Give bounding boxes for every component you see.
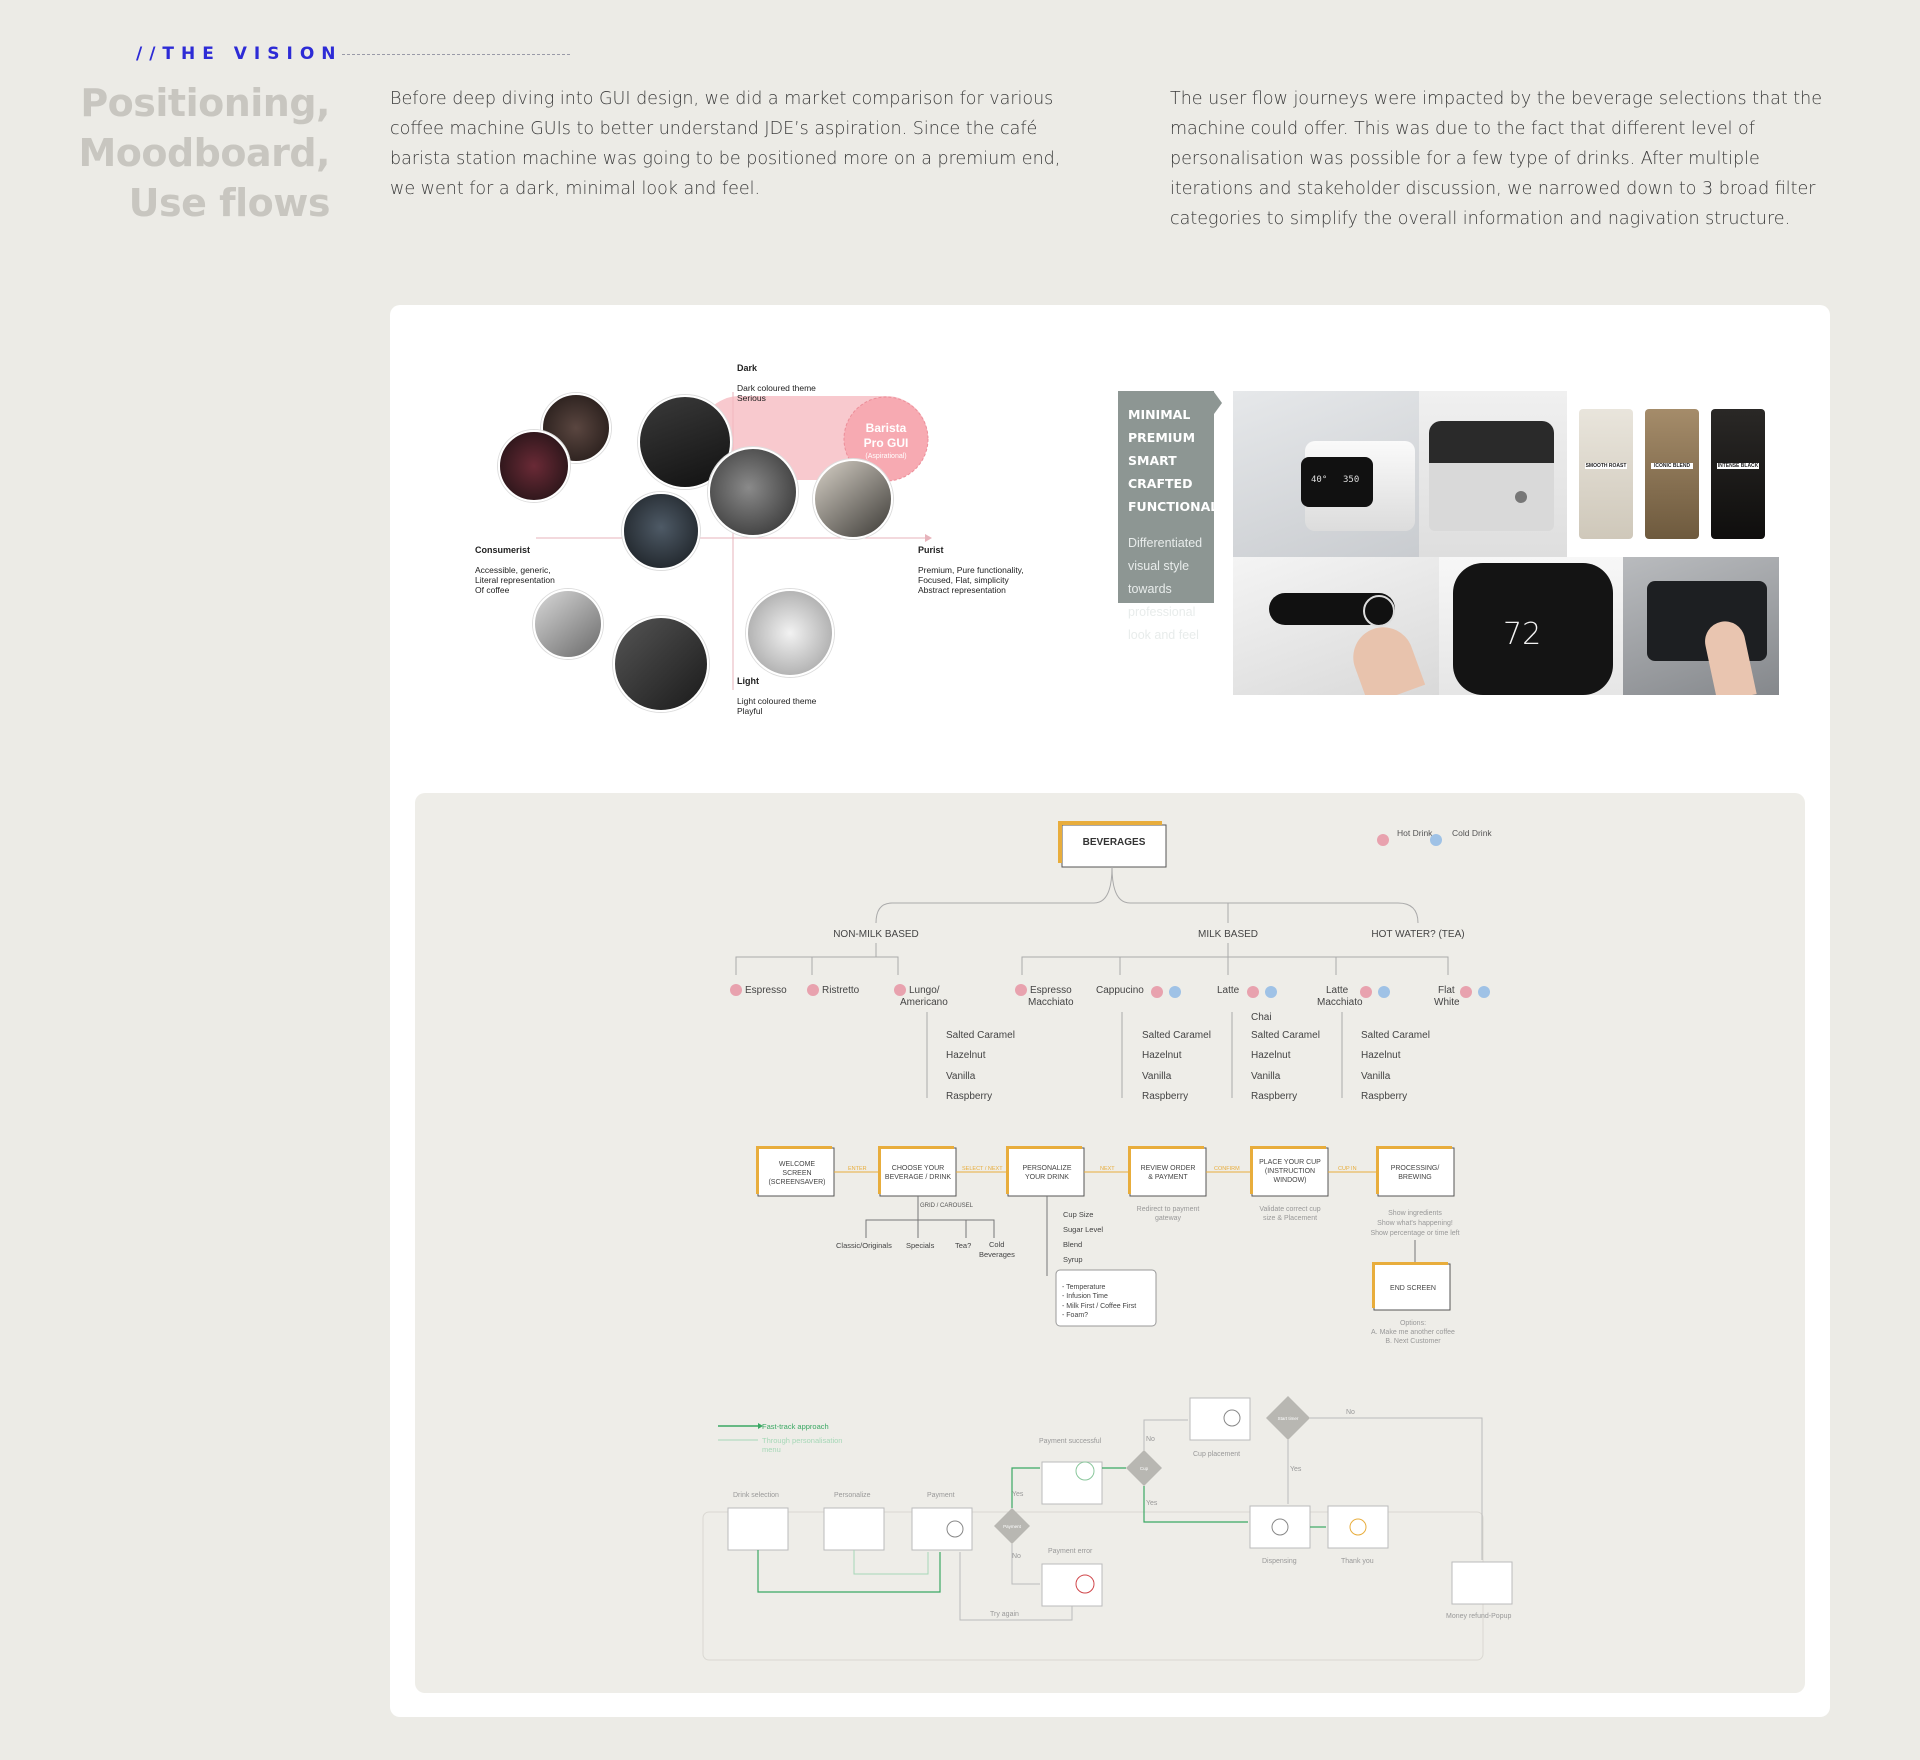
bag-label-3: INTENSE BLACK bbox=[1717, 463, 1759, 469]
thermostat-value: 72 bbox=[1503, 617, 1542, 652]
bubble-machine-7 bbox=[533, 589, 603, 659]
consumerist-desc-2: Literal representation bbox=[475, 575, 555, 585]
dark-desc-2: Serious bbox=[737, 393, 766, 403]
purist-label: Purist bbox=[918, 545, 944, 555]
title-line-2: Moodboard, bbox=[78, 131, 330, 175]
light-desc-1: Light coloured theme bbox=[737, 696, 817, 706]
tag-word-5: FUNCTIONAL bbox=[1128, 499, 1219, 514]
intro-paragraph-right: The user flow journeys were impacted by … bbox=[1170, 89, 1822, 229]
photo-coffee-machine-white: 40° 350 bbox=[1233, 391, 1419, 557]
intro-paragraph-left: Before deep diving into GUI design, we d… bbox=[390, 89, 1061, 199]
display-temp: 40° bbox=[1311, 475, 1328, 485]
purist-desc-3: Abstract representation bbox=[918, 585, 1006, 595]
purist-desc-2: Focused, Flat, simplicity bbox=[918, 575, 1009, 585]
photo-wall-panel bbox=[1623, 557, 1779, 695]
display-volume: 350 bbox=[1343, 475, 1360, 485]
photo-touch-dial bbox=[1233, 557, 1439, 695]
tag-subtext: Differentiated visual style towards prof… bbox=[1128, 536, 1203, 642]
dark-desc-1: Dark coloured theme bbox=[737, 383, 816, 393]
bubble-machine-4 bbox=[708, 447, 798, 537]
tag-word-4: CRAFTED bbox=[1128, 476, 1193, 491]
tag-word-3: SMART bbox=[1128, 453, 1177, 468]
bubble-machine-9 bbox=[746, 589, 834, 677]
consumerist-desc-3: Of coffee bbox=[475, 585, 510, 595]
bag-label-2: ICONIC BLEND bbox=[1651, 463, 1693, 469]
photo-coffee-bags: SMOOTH ROAST ICONIC BLEND INTENSE BLACK bbox=[1567, 391, 1779, 557]
bubble-machine-5 bbox=[813, 459, 893, 539]
eyebrow-label: //THE VISION bbox=[136, 44, 343, 64]
consumerist-label: Consumerist bbox=[475, 545, 531, 555]
section-title: Positioning, Moodboard, Use flows bbox=[60, 78, 330, 228]
bubble-machine-2 bbox=[498, 430, 570, 502]
photo-coffee-machine-black bbox=[1419, 391, 1567, 557]
light-label: Light bbox=[737, 676, 759, 686]
eyebrow-divider bbox=[342, 54, 570, 55]
title-line-3: Use flows bbox=[128, 181, 331, 225]
tag-word-1: MINIMAL bbox=[1128, 407, 1191, 422]
tag-word-2: PREMIUM bbox=[1128, 430, 1196, 445]
moodboard-tags: MINIMAL PREMIUM SMART CRAFTED FUNCTIONAL… bbox=[1118, 391, 1219, 642]
light-desc-2: Playful bbox=[737, 706, 763, 716]
bubble-machine-6 bbox=[622, 492, 700, 570]
dark-label: Dark bbox=[737, 363, 758, 373]
purist-desc-1: Premium, Pure functionality, bbox=[918, 565, 1024, 575]
consumerist-desc-1: Accessible, generic, bbox=[475, 565, 551, 575]
title-line-1: Positioning, bbox=[80, 81, 330, 125]
user-flow-panel bbox=[415, 793, 1805, 1693]
photo-thermostat: 72 bbox=[1439, 557, 1623, 695]
bubble-machine-8 bbox=[613, 616, 709, 712]
bag-label-1: SMOOTH ROAST bbox=[1585, 463, 1627, 469]
